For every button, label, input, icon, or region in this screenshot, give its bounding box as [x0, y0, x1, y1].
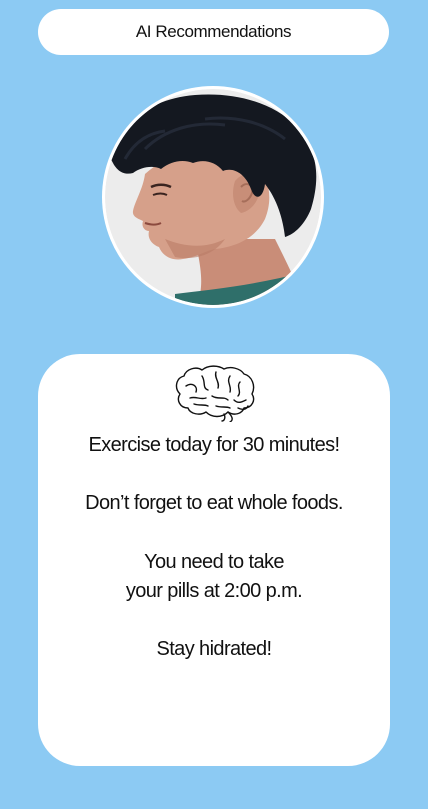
- recommendations-card: Exercise today for 30 minutes! Don’t for…: [38, 354, 390, 766]
- recommendation-whole-foods: Don’t forget to eat whole foods.: [85, 492, 343, 514]
- recommendation-pills-line-2: your pills at 2:00 p.m.: [125, 580, 303, 602]
- page-title-text: AI Recommendations: [135, 22, 292, 41]
- profile-photo: [105, 89, 321, 305]
- recommendation-hydrate: Stay hidrated!: [156, 638, 272, 660]
- recommendation-pills-line-1: You need to take: [144, 551, 284, 573]
- page-title: AI Recommendations: [38, 9, 389, 55]
- avatar[interactable]: [102, 86, 324, 308]
- recommendation-exercise: Exercise today for 30 minutes!: [88, 434, 340, 456]
- brain-icon: [175, 365, 255, 422]
